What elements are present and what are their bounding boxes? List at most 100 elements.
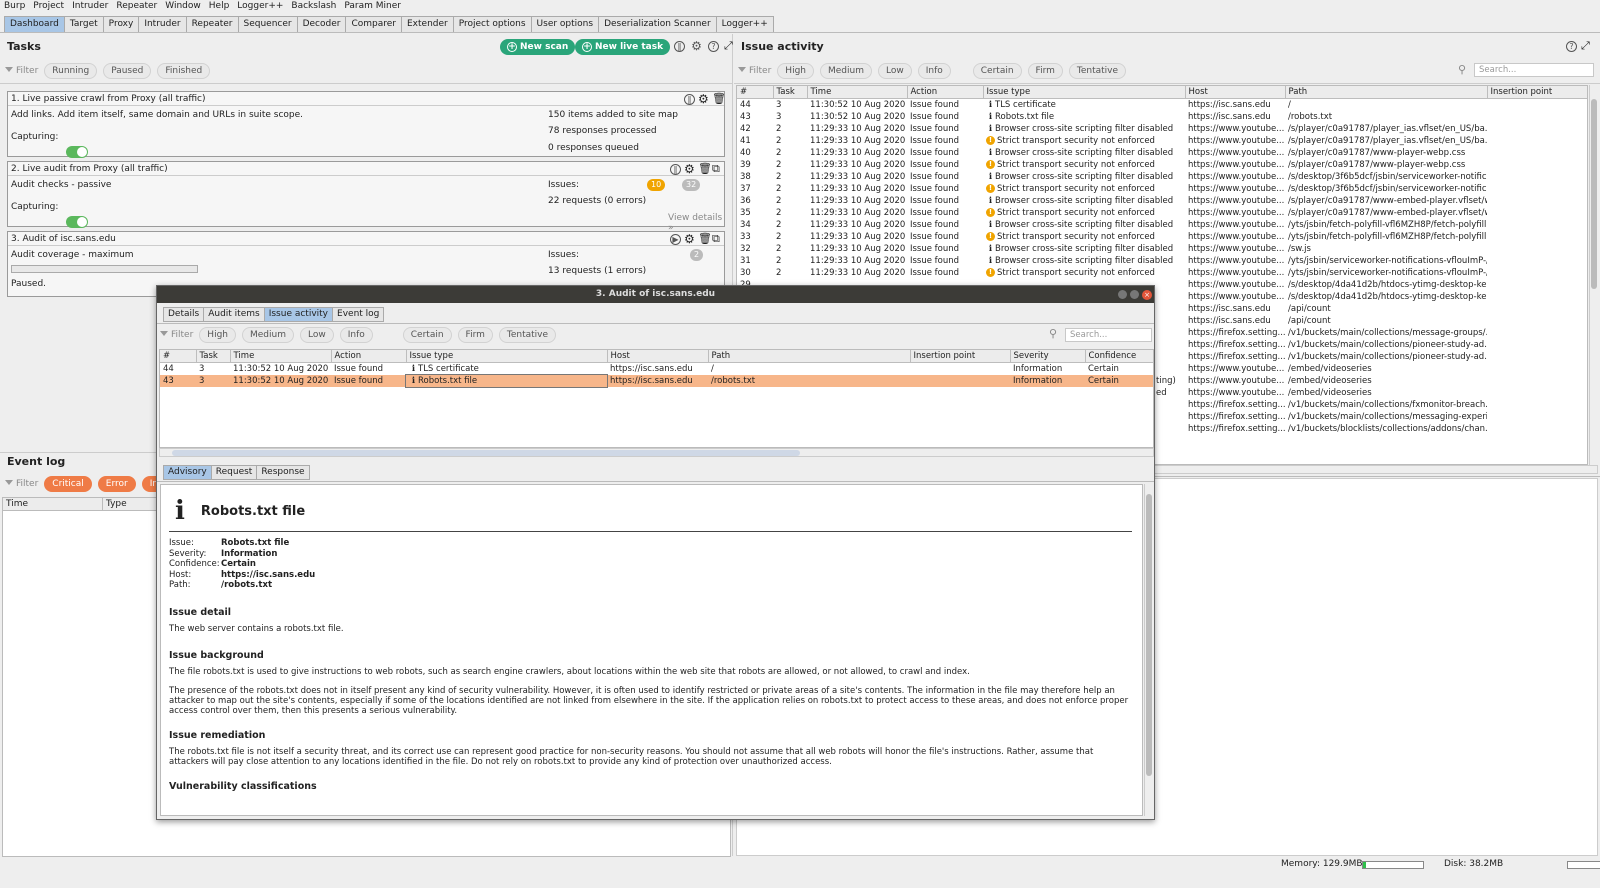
close-icon[interactable]: × <box>1142 290 1152 300</box>
expand-icon[interactable]: ⤢ <box>1581 39 1590 53</box>
table-row[interactable]: 37 2 11:29:33 10 Aug 2020 Issue found! Stric… <box>737 183 1587 195</box>
column-header[interactable]: Insertion point <box>1487 86 1587 99</box>
menu-param-miner[interactable]: Param Miner <box>340 0 405 12</box>
dialog-search-input[interactable]: Search... <box>1065 328 1152 342</box>
filter-low[interactable]: Low <box>877 63 912 79</box>
column-header[interactable]: Path <box>708 350 911 363</box>
view-details-link[interactable]: View details » <box>668 213 724 233</box>
filter-tentative[interactable]: Tentative <box>498 327 557 343</box>
tab-deserialization-scanner[interactable]: Deserialization Scanner <box>598 16 717 32</box>
table-row[interactable]: 41 2 11:29:33 10 Aug 2020 Issue found! Stric… <box>737 135 1587 147</box>
filter-low[interactable]: Low <box>299 327 334 343</box>
table-row[interactable]: 30 2 11:29:33 10 Aug 2020 Issue found! Stric… <box>737 267 1587 279</box>
detail-tab-advisory[interactable]: Advisory <box>163 465 212 480</box>
pause-icon[interactable]: ‖ <box>684 94 695 105</box>
gear-icon[interactable]: ⚙ <box>684 162 695 176</box>
tab-proxy[interactable]: Proxy <box>102 16 140 32</box>
issues-badge-info[interactable]: 2 <box>690 249 704 261</box>
help-icon[interactable]: ? <box>708 41 719 52</box>
column-header[interactable]: Time <box>230 350 332 363</box>
advisory-scrollbar[interactable] <box>1144 484 1153 816</box>
tab-logger-[interactable]: Logger++ <box>715 16 774 32</box>
dialog-table-hscrollbar[interactable] <box>159 448 1154 457</box>
table-row[interactable]: 38 2 11:29:33 10 Aug 2020 Issue found i Brows… <box>737 171 1587 183</box>
filter-paused[interactable]: Paused <box>103 63 152 79</box>
tab-dashboard[interactable]: Dashboard <box>4 16 65 32</box>
table-row[interactable]: 35 2 11:29:33 10 Aug 2020 Issue found! Stric… <box>737 207 1587 219</box>
tab-decoder[interactable]: Decoder <box>296 16 347 32</box>
column-header[interactable]: Host <box>1185 86 1286 99</box>
detail-tab-response[interactable]: Response <box>256 465 310 480</box>
table-row[interactable]: 39 2 11:29:33 10 Aug 2020 Issue found! Stric… <box>737 159 1587 171</box>
filter-medium[interactable]: Medium <box>241 327 294 343</box>
table-row[interactable]: 36 2 11:29:33 10 Aug 2020 Issue found i Brows… <box>737 195 1587 207</box>
expand-icon[interactable]: ⤢ <box>724 39 733 53</box>
menu-project[interactable]: Project <box>29 0 68 12</box>
column-header[interactable]: Task <box>196 350 231 363</box>
task-card-2[interactable]: 2. Live audit from Proxy (all traffic) ‖… <box>7 161 725 233</box>
filter-high[interactable]: High <box>777 63 814 79</box>
column-header[interactable]: Severity <box>1010 350 1086 363</box>
new-live-task-button[interactable]: + New live task <box>575 39 671 55</box>
table-row[interactable]: 44 3 11:30:52 10 Aug 2020 Issue found i TLS c… <box>160 362 1153 375</box>
tab-comparer[interactable]: Comparer <box>345 16 402 32</box>
column-header-type[interactable]: Type <box>103 498 163 510</box>
dialog-tab-details[interactable]: Details <box>163 307 205 322</box>
gear-icon[interactable]: ⚙ <box>691 40 702 52</box>
table-row[interactable]: 40 2 11:29:33 10 Aug 2020 Issue found i Brows… <box>737 147 1587 159</box>
column-header[interactable]: # <box>737 86 774 99</box>
column-header[interactable]: Action <box>331 350 407 363</box>
tab-intruder[interactable]: Intruder <box>138 16 187 32</box>
task-card-1[interactable]: 1. Live passive crawl from Proxy (all tr… <box>7 91 726 158</box>
filter-info[interactable]: Info <box>339 327 373 343</box>
table-row[interactable]: 43 3 11:30:52 10 Aug 2020 Issue found i Robot… <box>737 111 1587 123</box>
popout-icon[interactable]: ⧉ <box>712 232 720 246</box>
filter-error[interactable]: Error <box>97 476 136 492</box>
table-row[interactable]: 42 2 11:29:33 10 Aug 2020 Issue found i Brows… <box>737 123 1587 135</box>
column-header[interactable]: Task <box>773 86 808 99</box>
menu-logger-[interactable]: Logger++ <box>233 0 287 12</box>
table-row[interactable]: 34 2 11:29:33 10 Aug 2020 Issue found i Brows… <box>737 219 1587 231</box>
play-icon[interactable]: ▶ <box>670 234 681 245</box>
column-header[interactable]: Time <box>807 86 908 99</box>
gear-icon[interactable]: ⚙ <box>684 232 695 246</box>
issue-search-input[interactable]: Search... <box>1474 63 1594 77</box>
popout-icon[interactable]: ⧉ <box>712 162 720 176</box>
help-icon[interactable]: ? <box>1566 41 1577 52</box>
dialog-tab-event-log[interactable]: Event log <box>332 307 385 322</box>
dialog-titlebar[interactable]: 3. Audit of isc.sans.edu <box>157 286 1154 303</box>
filter-running[interactable]: Running <box>44 63 98 79</box>
menu-window[interactable]: Window <box>161 0 205 12</box>
tab-repeater[interactable]: Repeater <box>185 16 239 32</box>
menu-backslash[interactable]: Backslash <box>287 0 340 12</box>
capturing-toggle[interactable] <box>66 146 88 158</box>
column-header[interactable]: Issue type <box>406 350 608 363</box>
pause-icon[interactable]: ‖ <box>670 164 681 175</box>
menu-repeater[interactable]: Repeater <box>112 0 161 12</box>
column-header[interactable]: Path <box>1285 86 1488 99</box>
filter-info[interactable]: Info <box>917 63 951 79</box>
column-header-time[interactable]: Time <box>3 498 103 510</box>
filter-label[interactable]: Filter <box>5 479 38 489</box>
tab-sequencer[interactable]: Sequencer <box>237 16 298 32</box>
column-header[interactable]: # <box>160 350 197 363</box>
minimize-icon[interactable] <box>1118 290 1127 299</box>
table-row[interactable]: 33 2 11:29:33 10 Aug 2020 Issue found! Stric… <box>737 231 1587 243</box>
filter-firm[interactable]: Firm <box>1027 63 1063 79</box>
capturing-toggle[interactable] <box>66 216 88 228</box>
filter-high[interactable]: High <box>199 327 236 343</box>
filter-tentative[interactable]: Tentative <box>1068 63 1127 79</box>
filter-label[interactable]: Filter <box>5 66 38 76</box>
issues-badge-medium[interactable]: 10 <box>647 179 666 191</box>
column-header[interactable]: Issue type <box>983 86 1186 99</box>
pause-icon[interactable]: ‖ <box>674 41 685 52</box>
tab-extender[interactable]: Extender <box>401 16 454 32</box>
menu-burp[interactable]: Burp <box>0 0 29 12</box>
trash-icon[interactable]: 🗑 <box>698 232 712 245</box>
trash-icon[interactable]: 🗑 <box>698 162 712 175</box>
dialog-tab-issue-activity[interactable]: Issue activity <box>263 307 334 322</box>
table-row[interactable]: 44 3 11:30:52 10 Aug 2020 Issue found i TLS c… <box>737 98 1587 111</box>
tab-target[interactable]: Target <box>63 16 104 32</box>
table-row[interactable]: 31 2 11:29:33 10 Aug 2020 Issue found i Brows… <box>737 255 1587 267</box>
filter-certain[interactable]: Certain <box>972 63 1022 79</box>
